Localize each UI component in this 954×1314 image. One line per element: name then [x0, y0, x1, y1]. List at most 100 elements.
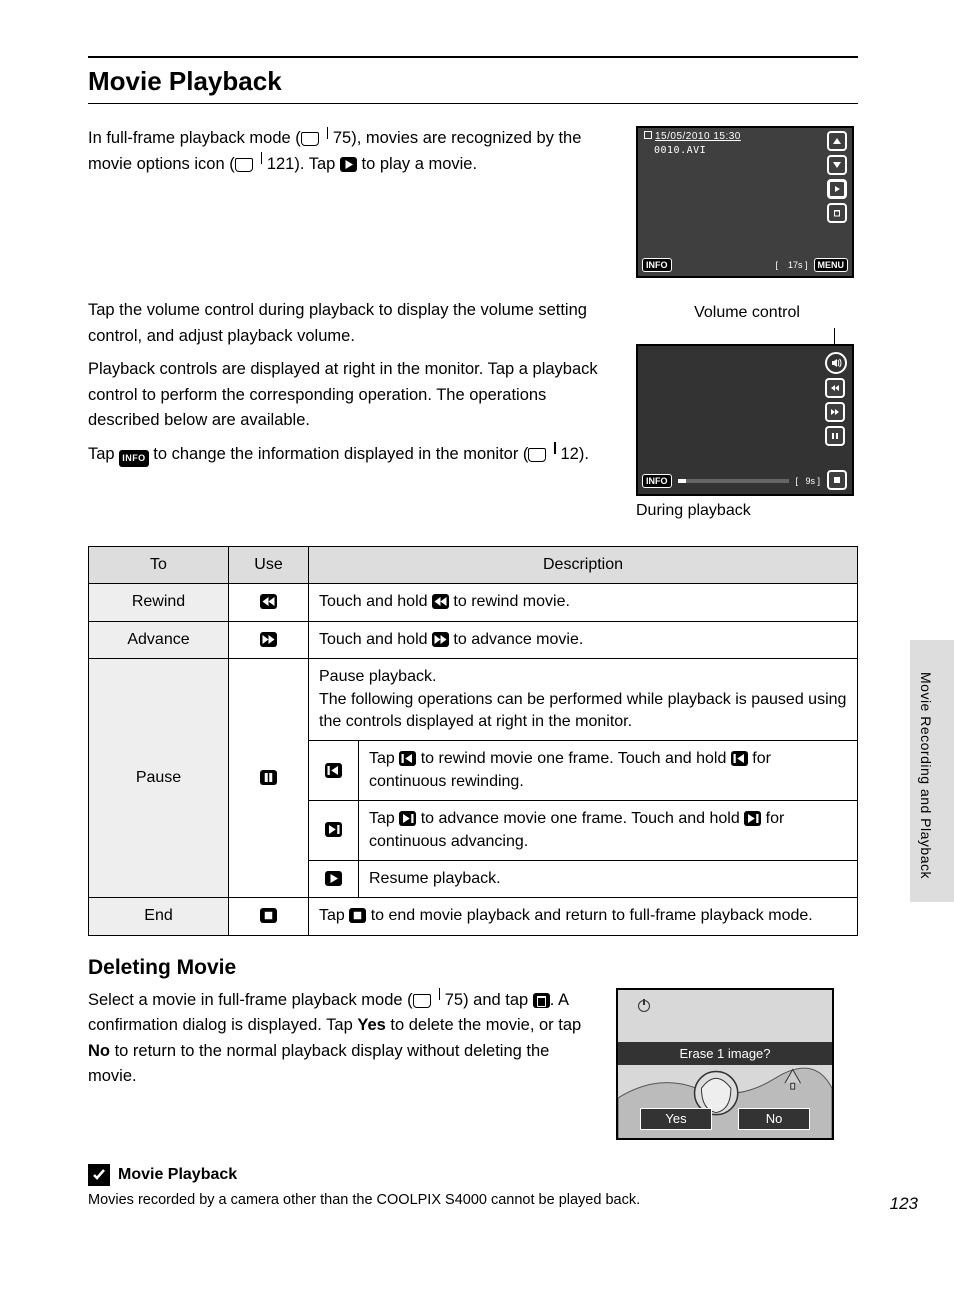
- trash-icon: [533, 993, 550, 1008]
- stop-icon: [260, 908, 277, 923]
- advance-button[interactable]: [825, 402, 845, 422]
- row-use: [229, 621, 309, 658]
- figure-1: 15/05/2010 15:30 0010.AVI INFO [ 17s ] M…: [636, 126, 858, 278]
- lcd-filename: 0010.AVI: [654, 145, 706, 156]
- advance-icon: [260, 632, 277, 647]
- during-playback-label: During playback: [636, 502, 858, 520]
- lcd-bottom-bar: INFO [ 17s ] MENU: [642, 258, 848, 272]
- deleting-heading: Deleting Movie: [88, 956, 858, 980]
- page-title: Movie Playback: [88, 56, 858, 104]
- volume-button[interactable]: [825, 352, 847, 374]
- row-desc: Touch and hold to rewind movie.: [309, 584, 858, 621]
- power-icon: [638, 1000, 650, 1012]
- text: 12).: [556, 445, 589, 463]
- info-badge[interactable]: INFO: [642, 258, 672, 272]
- trash-button[interactable]: [827, 203, 847, 223]
- table-row: Advance Touch and hold to advance movie.: [89, 621, 858, 658]
- rewind-icon: [432, 594, 449, 609]
- book-icon: [528, 448, 556, 462]
- intro-text: In full-frame playback mode ( 75), movie…: [88, 126, 618, 278]
- frame-rewind-icon: [399, 751, 416, 766]
- lcd-playback: INFO [ 9s ]: [636, 344, 854, 496]
- lcd-time: [ 17s ]: [775, 260, 807, 270]
- row-desc: Tap to rewind movie one frame. Touch and…: [359, 741, 858, 801]
- intro-row: In full-frame playback mode ( 75), movie…: [88, 126, 858, 278]
- advance-icon: [432, 632, 449, 647]
- frame-advance-icon: [325, 822, 342, 837]
- table-header-row: To Use Description: [89, 547, 858, 584]
- deleting-row: Select a movie in full-frame playback mo…: [88, 988, 858, 1140]
- mid-text: Tap the volume control during playback t…: [88, 298, 618, 526]
- frame-advance-icon: [744, 811, 761, 826]
- check-icon: [88, 1164, 110, 1186]
- lcd-preview: 15/05/2010 15:30 0010.AVI INFO [ 17s ] M…: [636, 126, 854, 278]
- progress-bar[interactable]: [678, 479, 790, 483]
- note-text: Movies recorded by a camera other than t…: [88, 1190, 858, 1212]
- dialog-text: Erase 1 image?: [618, 1042, 832, 1065]
- row-label: Rewind: [89, 584, 229, 621]
- row-label: End: [89, 898, 229, 935]
- table-row: End Tap to end movie playback and return…: [89, 898, 858, 935]
- yes-text: Yes: [357, 1016, 385, 1034]
- row-desc: Tap to end movie playback and return to …: [309, 898, 858, 935]
- no-button[interactable]: No: [738, 1108, 810, 1130]
- deleting-text: Select a movie in full-frame playback mo…: [88, 988, 598, 1090]
- col-desc: Description: [309, 547, 858, 584]
- sub-use: [309, 741, 359, 801]
- book-icon: [413, 994, 441, 1008]
- text: Tap the volume control during playback t…: [88, 298, 618, 349]
- resume-icon: [325, 871, 342, 886]
- info-icon: INFO: [119, 450, 149, 467]
- table-row: Rewind Touch and hold to rewind movie.: [89, 584, 858, 621]
- row-desc: Tap to advance movie one frame. Touch an…: [359, 801, 858, 861]
- menu-badge[interactable]: MENU: [814, 258, 849, 272]
- text: to play a movie.: [357, 155, 477, 173]
- figure-2: Volume control INFO [ 9s ]: [636, 298, 858, 526]
- row-desc: Touch and hold to advance movie.: [309, 621, 858, 658]
- stop-icon: [349, 908, 366, 923]
- text: In full-frame playback mode (: [88, 129, 301, 147]
- text: Playback controls are displayed at right…: [88, 357, 618, 434]
- pointer-line: [834, 328, 835, 344]
- row-use: [229, 584, 309, 621]
- play-icon: [340, 157, 357, 172]
- mid-row: Tap the volume control during playback t…: [88, 298, 858, 526]
- table-row: Pause Pause playback. The following oper…: [89, 659, 858, 741]
- rewind-icon: [260, 594, 277, 609]
- lcd-date: 15/05/2010 15:30: [644, 131, 741, 142]
- page-number: 123: [890, 1194, 918, 1214]
- text: Tap: [88, 445, 119, 463]
- down-button[interactable]: [827, 155, 847, 175]
- book-icon: [235, 158, 263, 172]
- text: 121). Tap: [262, 155, 340, 173]
- lcd-bottom: INFO [ 9s ]: [642, 474, 820, 488]
- lcd-right-controls: [827, 131, 847, 223]
- row-use: [229, 898, 309, 935]
- frame-advance-icon: [399, 811, 416, 826]
- info-badge[interactable]: INFO: [642, 474, 672, 488]
- row-label: Pause: [89, 659, 229, 898]
- pause-button[interactable]: [825, 426, 845, 446]
- rewind-button[interactable]: [825, 378, 845, 398]
- play-button[interactable]: [827, 179, 847, 199]
- manual-page: Movie Recording and Playback Movie Playb…: [0, 0, 954, 1314]
- frame-rewind-icon: [325, 763, 342, 778]
- lcd-time: [ 9s ]: [795, 476, 820, 486]
- note-block: Movie Playback Movies recorded by a came…: [88, 1164, 858, 1212]
- lcd-right-controls: [825, 352, 847, 446]
- sub-use: [309, 801, 359, 861]
- stop-button[interactable]: [827, 470, 847, 490]
- up-button[interactable]: [827, 131, 847, 151]
- no-text: No: [88, 1042, 110, 1060]
- col-to: To: [89, 547, 229, 584]
- text: to change the information displayed in t…: [149, 445, 529, 463]
- col-use: Use: [229, 547, 309, 584]
- page-content: Movie Playback In full-frame playback mo…: [88, 56, 858, 1211]
- volume-control-label: Volume control: [636, 304, 858, 322]
- frame-rewind-icon: [731, 751, 748, 766]
- row-desc: Pause playback. The following operations…: [309, 659, 858, 741]
- yes-button[interactable]: Yes: [640, 1108, 712, 1130]
- pause-icon: [260, 770, 277, 785]
- figure-3: Erase 1 image? Yes No: [616, 988, 834, 1140]
- row-use: [229, 659, 309, 898]
